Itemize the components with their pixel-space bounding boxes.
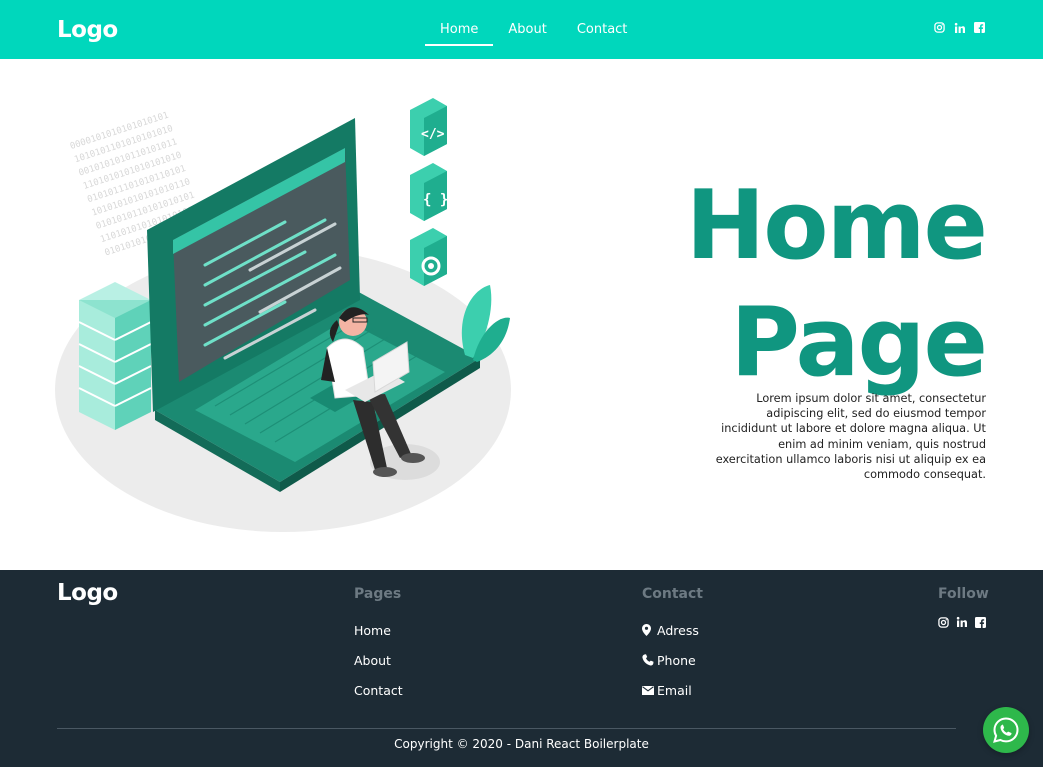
svg-text:{ }: { } — [423, 192, 448, 208]
hero-description: Lorem ipsum dolor sit amet, consectetur … — [715, 392, 986, 482]
developer-illustration: 0000101010101010101 1010101101010101010 … — [55, 90, 515, 535]
footer: Logo Pages Home About Contact Contact Ad… — [0, 570, 1043, 767]
footer-social-links — [938, 615, 989, 633]
footer-contact-address[interactable]: Adress — [642, 615, 703, 645]
phone-icon — [642, 654, 655, 666]
footer-contact-column: Contact Adress Phone Email — [642, 586, 703, 705]
hero-title-line-1: Home — [685, 171, 988, 281]
instagram-icon[interactable] — [933, 21, 946, 34]
footer-contact-address-label: Adress — [657, 622, 699, 638]
facebook-icon[interactable] — [973, 21, 986, 34]
footer-follow-heading: Follow — [938, 586, 989, 602]
footer-contact-heading: Contact — [642, 586, 703, 602]
footer-divider — [57, 728, 956, 729]
mail-icon — [642, 685, 655, 695]
logo[interactable]: Logo — [57, 17, 118, 43]
whatsapp-button[interactable] — [983, 707, 1029, 753]
footer-logo[interactable]: Logo — [57, 580, 118, 606]
footer-contact-email-label: Email — [657, 682, 692, 698]
header-social-links — [933, 21, 986, 34]
hero-title: Home Page — [586, 168, 988, 402]
footer-contact-phone[interactable]: Phone — [642, 645, 703, 675]
nav-about-link[interactable]: About — [493, 0, 561, 59]
footer-contact-phone-label: Phone — [657, 652, 696, 668]
nav-contact-link[interactable]: Contact — [562, 0, 643, 59]
whatsapp-icon — [993, 717, 1019, 743]
footer-follow-column: Follow — [938, 586, 989, 633]
instagram-icon[interactable] — [938, 615, 949, 633]
footer-link-contact[interactable]: Contact — [354, 675, 403, 705]
linkedin-icon[interactable] — [953, 21, 966, 34]
main-nav: Home About Contact — [425, 0, 642, 59]
facebook-icon[interactable] — [975, 615, 986, 633]
footer-pages-column: Pages Home About Contact — [354, 586, 403, 705]
top-navbar: Logo Home About Contact — [0, 0, 1043, 59]
copyright-text: Copyright © 2020 - Dani React Boilerplat… — [394, 737, 649, 751]
footer-contact-email[interactable]: Email — [642, 675, 703, 705]
footer-link-about[interactable]: About — [354, 645, 403, 675]
footer-pages-heading: Pages — [354, 586, 402, 602]
svg-text:</>: </> — [421, 127, 445, 142]
hero-title-line-2: Page — [730, 288, 988, 398]
footer-link-home[interactable]: Home — [354, 615, 403, 645]
linkedin-icon[interactable] — [956, 615, 968, 633]
nav-home-link[interactable]: Home — [425, 0, 494, 59]
location-pin-icon — [642, 624, 655, 636]
